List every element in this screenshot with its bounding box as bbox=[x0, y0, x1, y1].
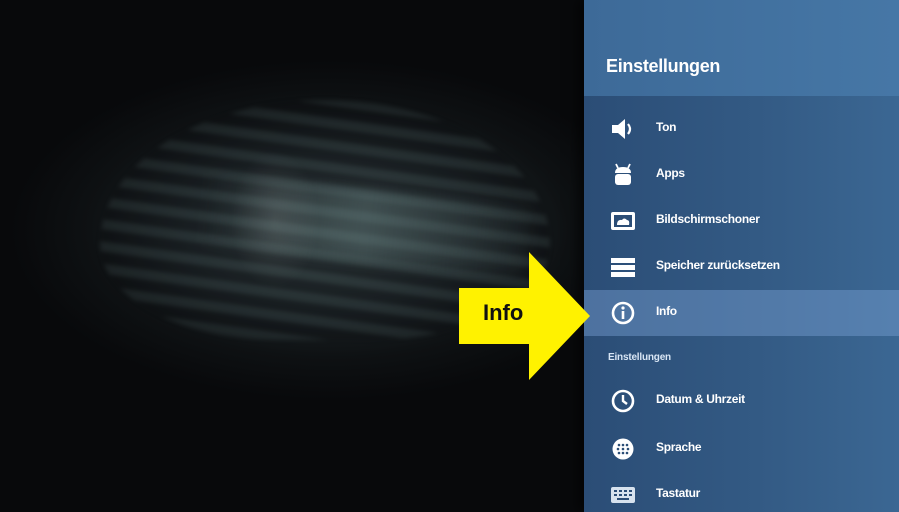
yellow-arrow-icon bbox=[459, 252, 590, 380]
clock-icon bbox=[611, 389, 635, 413]
menu-item-info[interactable]: Info bbox=[584, 290, 899, 336]
menu-item-tastatur[interactable]: Tastatur bbox=[584, 472, 899, 512]
keyboard-icon bbox=[611, 487, 635, 503]
menu-item-label: Speicher zurücksetzen bbox=[656, 258, 780, 272]
settings-panel: Einstellungen Ton Apps Bildschirmschoner… bbox=[584, 0, 899, 512]
panel-header: Einstellungen bbox=[584, 0, 899, 96]
menu-item-bildschirmschoner[interactable]: Bildschirmschoner bbox=[584, 198, 899, 244]
menu-item-label: Ton bbox=[656, 120, 677, 134]
menu-item-sprache[interactable]: Sprache bbox=[584, 426, 899, 472]
menu-item-speicher-zuruecksetzen[interactable]: Speicher zurücksetzen bbox=[584, 244, 899, 290]
menu-item-label: Apps bbox=[656, 166, 685, 180]
info-icon bbox=[611, 301, 635, 325]
menu-item-label: Tastatur bbox=[656, 486, 701, 500]
panel-title: Einstellungen bbox=[606, 56, 721, 76]
storage-reset-icon bbox=[611, 258, 635, 277]
android-icon bbox=[615, 163, 631, 185]
globe-icon bbox=[612, 438, 634, 460]
menu-item-label: Sprache bbox=[656, 440, 702, 454]
menu-item-label: Bildschirmschoner bbox=[656, 212, 760, 226]
section-header: Einstellungen bbox=[608, 352, 671, 363]
menu-item-apps[interactable]: Apps bbox=[584, 152, 899, 198]
menu-item-ton[interactable]: Ton bbox=[584, 106, 899, 152]
menu-item-label: Datum & Uhrzeit bbox=[656, 392, 745, 406]
speaker-icon bbox=[612, 119, 632, 139]
screensaver-icon bbox=[611, 212, 635, 230]
menu-item-datum-uhrzeit[interactable]: Datum & Uhrzeit bbox=[584, 378, 899, 424]
annotation-label: Info bbox=[483, 300, 524, 325]
tv-screen: Einstellungen Ton Apps Bildschirmschoner… bbox=[0, 0, 899, 512]
menu-item-label: Info bbox=[656, 304, 677, 318]
screen-glare bbox=[230, 150, 320, 290]
